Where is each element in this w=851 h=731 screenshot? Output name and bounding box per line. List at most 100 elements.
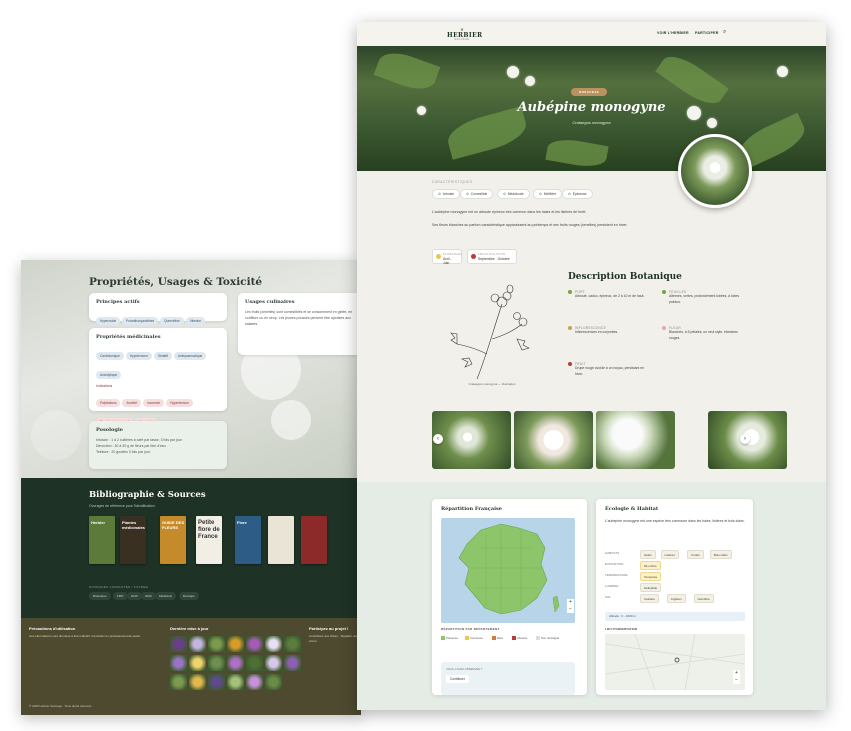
flower-thumbnail[interactable] [189,655,206,671]
altitude-box: Altitude : 0 - 1600 m [605,612,745,621]
flower-thumbnail[interactable] [246,636,263,652]
ecology-pill: Tempérée [640,572,662,581]
tag-chip[interactable]: ✿ Arbuste [432,189,461,199]
ecology-pill: Forêts [687,550,704,559]
flower-thumbnail[interactable] [284,636,301,652]
mockup-stage: Propriétés, Usages & Toxicité Principes … [0,0,851,731]
properties-section: Propriétés, Usages & Toxicité Principes … [21,260,361,478]
footer-participate-title: Participez au projet ! [309,626,349,631]
plant-photo-circle [678,134,752,208]
book-cover[interactable] [301,516,327,564]
pill: Insomnie [143,399,165,407]
search-icon[interactable]: ⌕ [723,29,726,36]
book-cover[interactable]: Plantes médicinales [120,516,146,564]
ecology-row-label: LUMIÈRE [605,584,619,588]
tag-chip[interactable]: ✿ Médicinale [497,189,530,199]
ecology-pill: Lisières [660,550,679,559]
book-cover[interactable]: Herbier [89,516,115,564]
intro-paragraph: L'aubépine monogyne est un arbuste épine… [432,210,587,214]
description-item: FEUILLES Alternes, vertes, profondément l… [662,290,747,305]
filter-pill[interactable]: Médicinal [155,592,176,600]
pill: Palpitations [96,399,121,407]
nav-link-herbier[interactable]: VOIR L'HERBIER [657,31,689,35]
posology-line: Teinture : 20 gouttes 3 fois par jour. [96,450,151,454]
nav-link-participer[interactable]: PARTICIPER [695,31,719,35]
france-map[interactable] [441,518,575,623]
footer-participate-text[interactable]: Contribuez aux fiches · Signalez une err… [309,634,359,644]
flower-thumbnail[interactable] [246,655,263,671]
flower-thumbnail[interactable] [227,655,244,671]
gallery-image[interactable] [596,411,675,469]
filter-pill[interactable]: Botanique [89,592,111,600]
book-cover[interactable] [268,516,294,564]
description-title: Description Botanique [568,272,682,282]
card-title: Posologie [96,427,123,433]
flower-thumbnail[interactable] [170,655,187,671]
filter-pill[interactable]: Écologie [179,592,199,600]
sun-icon [436,254,441,259]
active-principles-card: Principes actifs Hyperoside Proanthocyani… [89,293,227,344]
gallery-image[interactable] [432,411,511,469]
tag-chip[interactable]: ✿ Épineuse [562,189,593,199]
flower-thumbnail[interactable] [208,674,225,690]
observation-zoom-controls[interactable]: + − [733,670,740,684]
tag-chip[interactable]: ✿ Mellifère [533,189,563,199]
flower-thumbnail[interactable] [189,674,206,690]
contribute-label: VOUS L'AVEZ OBSERVÉE ? [446,667,483,671]
flower-thumbnail[interactable] [227,674,244,690]
pill-list: Cardiotonique Hypotenseur Sédatif Antispasm… [96,344,220,382]
ecology-row-label: TEMPÉRATURE [605,573,628,577]
ecology-pill: Bois clairs [709,550,732,559]
flower-thumbnail[interactable] [265,674,282,690]
indications-label: Indications [96,384,113,388]
description-item: INFLORESCENCE Inflorescences en corymbes. [568,326,653,336]
book-cover[interactable]: GUIDE DES FLEURS [160,516,186,564]
bibliography-title: Bibliographie & Sources [89,490,206,500]
filter-pill[interactable]: 1987 [113,592,128,600]
ecology-row-label: HABITATS [605,551,620,555]
pill: Hypertension [166,399,193,407]
flower-thumbnail[interactable] [170,674,187,690]
pill: Proanthocyanidines [122,317,159,325]
ecology-row-label: SOL [605,595,612,599]
legend-item: Non renseigné [536,636,559,641]
fruiting-box: FRUCTIFICATION Septembre - Octobre [467,249,517,264]
flower-thumbnail[interactable] [246,674,263,690]
footer: Précautions d'utilisation Ces informatio… [21,618,361,715]
flower-thumbnail[interactable] [189,636,206,652]
ecology-text: L'aubépine monogyne est une espèce très … [605,519,745,523]
top-nav: ❦ HERBIER SAUVAGE VOIR L'HERBIER PARTICI… [357,22,826,46]
ecology-pill: Humifère [693,594,714,603]
ecology-pill: Mi-ombre [640,561,661,570]
description-item: FLEUR Blanches, à 5 pétales, un seul styl… [662,326,747,341]
gallery-image[interactable] [514,411,593,469]
flower-thumbnail[interactable] [265,655,282,671]
book-cover[interactable]: Flore [235,516,261,564]
tag-chip[interactable]: ✿ Comestible [460,189,494,199]
gallery-prev-button[interactable]: ‹ [433,434,443,444]
culinary-text: Les fruits (cenelles) sont comestibles e… [245,310,353,326]
gallery-next-button[interactable]: › [740,434,750,444]
filter-pill[interactable]: 2020 [141,592,156,600]
ecology-pill: Calcaire [640,594,660,603]
book-cover[interactable]: Petite flore de France [196,516,222,564]
ecology-pill: Argileux [666,594,686,603]
back-page-screenshot: Propriétés, Usages & Toxicité Principes … [21,260,361,715]
flower-thumbnail[interactable] [208,655,225,671]
contribute-button[interactable]: Contribuer [446,675,469,683]
flower-thumbnail[interactable] [227,636,244,652]
legend-item: Rare [492,636,503,641]
flower-thumbnail[interactable] [265,636,282,652]
contribute-box: VOUS L'AVEZ OBSERVÉE ? Contribuer [441,662,575,695]
posology-card: Posologie Infusion : 1 à 2 cuillères à c… [89,421,227,469]
map-zoom-controls[interactable]: + − [567,599,574,613]
pill: Quercétine [160,317,184,325]
filter-pill[interactable]: 2015 [127,592,142,600]
logo-sub: SAUVAGE [454,39,470,41]
flower-thumbnail[interactable] [170,636,187,652]
observation-map[interactable]: + − [605,634,745,690]
site-logo[interactable]: ❦ HERBIER SAUVAGE [447,27,482,41]
filter-label: OUVRAGES CONSULTÉS / FILTRER [89,585,149,589]
flower-thumbnail[interactable] [284,655,301,671]
flower-thumbnail[interactable] [208,636,225,652]
